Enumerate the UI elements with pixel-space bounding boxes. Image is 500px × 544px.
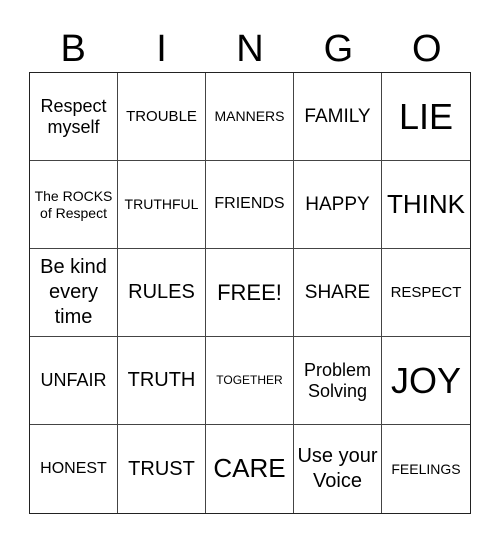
bingo-cell[interactable]: Use your Voice (294, 425, 382, 513)
bingo-cell-free[interactable]: FREE! (206, 249, 294, 337)
bingo-cell[interactable]: TRUTH (118, 337, 206, 425)
bingo-cell[interactable]: The ROCKS of Respect (30, 161, 118, 249)
bingo-cell[interactable]: UNFAIR (30, 337, 118, 425)
bingo-cell[interactable]: JOY (382, 337, 470, 425)
bingo-cell[interactable]: FAMILY (294, 73, 382, 161)
bingo-cell[interactable]: RULES (118, 249, 206, 337)
bingo-cell[interactable]: TOGETHER (206, 337, 294, 425)
header-letter-n: N (236, 28, 264, 70)
bingo-cell[interactable]: Be kind every time (30, 249, 118, 337)
bingo-cell[interactable]: LIE (382, 73, 470, 161)
bingo-cell[interactable]: FRIENDS (206, 161, 294, 249)
bingo-cell[interactable]: Respect myself (30, 73, 118, 161)
bingo-cell[interactable]: TRUST (118, 425, 206, 513)
header-letter-i: I (156, 28, 167, 70)
bingo-cell[interactable]: RESPECT (382, 249, 470, 337)
header-letter-g: G (323, 28, 354, 70)
bingo-cell[interactable]: HAPPY (294, 161, 382, 249)
bingo-header: B I N G O (29, 26, 471, 72)
bingo-cell[interactable]: TROUBLE (118, 73, 206, 161)
header-letter-o: O (411, 28, 442, 70)
bingo-cell[interactable]: CARE (206, 425, 294, 513)
header-letter-b: B (60, 28, 86, 70)
bingo-cell[interactable]: HONEST (30, 425, 118, 513)
bingo-cell[interactable]: Problem Solving (294, 337, 382, 425)
bingo-cell[interactable]: THINK (382, 161, 470, 249)
bingo-cell[interactable]: FEELINGS (382, 425, 470, 513)
bingo-card-grid: Respect myself TROUBLE MANNERS FAMILY LI… (29, 72, 471, 514)
bingo-cell[interactable]: SHARE (294, 249, 382, 337)
bingo-cell[interactable]: MANNERS (206, 73, 294, 161)
bingo-cell[interactable]: TRUTHFUL (118, 161, 206, 249)
